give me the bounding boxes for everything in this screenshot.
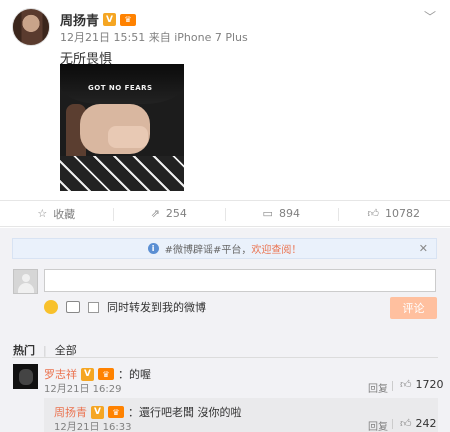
- tab-hot[interactable]: 热门: [13, 342, 35, 358]
- post-photo[interactable]: GOT NO FEARS: [60, 64, 184, 191]
- jacket-shape: [60, 156, 184, 191]
- author-name[interactable]: 周扬青: [60, 10, 99, 29]
- thumbs-up-icon: 👍︎: [400, 378, 412, 391]
- post-source[interactable]: iPhone 7 Plus: [174, 31, 248, 44]
- like-count: 10782: [385, 207, 420, 220]
- commenter-avatar[interactable]: [13, 364, 38, 389]
- post-meta: 12月21日 15:51 来自 iPhone 7 Plus: [60, 29, 248, 45]
- repost-button[interactable]: ⇗ 254: [112, 201, 226, 226]
- favorite-label: 收藏: [53, 207, 76, 221]
- sub-comment-text: ：還行吧老闆 沒你的啦: [128, 406, 242, 419]
- sub-comment: 周扬青 V ♛ ：還行吧老闆 沒你的啦 12月21日 16:33 回复 👍︎ 2…: [44, 398, 438, 432]
- comment-button[interactable]: ▭ 894: [225, 201, 338, 226]
- reply-button[interactable]: 回复: [368, 380, 388, 395]
- comment-tools: 同时转发到我的微博: [44, 299, 206, 315]
- post-time[interactable]: 12月21日 15:51: [60, 31, 145, 44]
- verified-icon: V: [103, 13, 117, 26]
- comment-text: ：的喔: [118, 368, 151, 381]
- info-icon: i: [147, 243, 159, 254]
- current-user-avatar: [13, 269, 38, 294]
- thumbs-up-icon: 👍︎: [400, 417, 412, 430]
- close-icon[interactable]: ✕: [419, 242, 428, 255]
- also-repost-label: 同时转发到我的微博: [107, 301, 206, 314]
- also-repost-checkbox[interactable]: [88, 301, 99, 313]
- tab-divider: |: [43, 343, 47, 357]
- comment-icon: ▭: [262, 207, 273, 220]
- rumor-notice: i #微博辟谣#平台， 欢迎查阅！ ✕: [12, 238, 437, 259]
- like-button[interactable]: 👍︎ 10782: [337, 201, 450, 226]
- action-bar: ☆ 收藏 ⇗ 254 ▭ 894 👍︎ 10782: [0, 200, 450, 227]
- weibo-post: 周扬青 V ♛ 12月21日 15:51 来自 iPhone 7 Plus ﹀ …: [0, 0, 450, 200]
- vip-icon: ♛: [120, 13, 137, 26]
- repost-icon: ⇗: [150, 207, 160, 220]
- comment-count: 894: [278, 207, 300, 220]
- notice-text[interactable]: #微博辟谣#平台，: [165, 241, 252, 256]
- favorite-button[interactable]: ☆ 收藏: [0, 201, 113, 226]
- submit-comment-button[interactable]: 评论: [390, 297, 437, 319]
- author-avatar[interactable]: [12, 8, 50, 46]
- image-icon[interactable]: [66, 301, 80, 313]
- author-row: 周扬青 V ♛: [60, 10, 137, 29]
- star-icon: ☆: [37, 207, 48, 220]
- comment-like-count: 1720: [415, 378, 444, 391]
- thumbs-up-icon: 👍︎: [367, 207, 380, 220]
- hand-shape: [108, 126, 148, 148]
- source-label: 来自: [148, 31, 171, 44]
- chevron-down-icon[interactable]: ﹀: [424, 8, 436, 25]
- repost-count: 254: [165, 207, 187, 220]
- sub-comment-time: 12月21日 16:33: [54, 422, 132, 432]
- tab-all[interactable]: 全部: [55, 342, 77, 358]
- separator: [392, 381, 393, 391]
- separator: [392, 419, 393, 429]
- comment-like-button[interactable]: 👍︎ 1720: [400, 378, 444, 391]
- comment-tabs: 热门 | 全部: [13, 342, 77, 358]
- vip-icon: ♛: [98, 368, 114, 380]
- sub-comment-like-button[interactable]: 👍︎ 242: [400, 417, 437, 430]
- comment-input[interactable]: [44, 269, 436, 292]
- cap-text: GOT NO FEARS: [88, 84, 153, 92]
- sub-comment-like-count: 242: [415, 417, 437, 430]
- sub-reply-button[interactable]: 回复: [368, 418, 388, 432]
- verified-icon: V: [81, 367, 94, 381]
- notice-link[interactable]: 欢迎查阅！: [251, 241, 301, 256]
- vip-icon: ♛: [108, 406, 124, 418]
- emoji-icon[interactable]: [44, 300, 58, 314]
- comment-time: 12月21日 16:29: [44, 384, 122, 395]
- verified-icon: V: [91, 405, 104, 419]
- tabs-divider: [12, 357, 438, 358]
- comments-panel: i #微博辟谣#平台， 欢迎查阅！ ✕ 同时转发到我的微博 评论 热门 | 全部 …: [0, 228, 450, 432]
